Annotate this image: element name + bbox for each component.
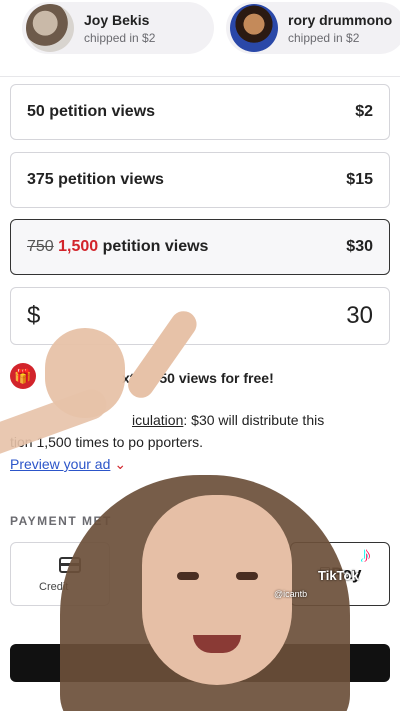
calculation-text: : $30 will distribute this [183,412,325,428]
right-eye [236,572,258,580]
custom-amount-input[interactable]: $ 30 [10,287,390,345]
promo-text: xtra 750 views for free! [122,370,274,386]
option-price: $2 [355,103,373,120]
option-label: 750 1,500 petition views [27,238,208,256]
left-eye [177,572,199,580]
views-suffix: petition views [102,238,209,255]
credit-card-label: Credit [39,581,69,593]
continue-button[interactable] [10,644,390,682]
option-price: $15 [346,171,373,188]
option-label: 375 petition views [27,171,164,188]
supporter-note: chipped in $2 [288,30,360,45]
calculation-line-2: tion 1,500 times to po pporters. [10,434,203,450]
supporters-row: Joy Bekis chipped in $2 rory drummono ch… [0,0,400,70]
divider [0,76,400,77]
credit-card-icon [59,557,81,573]
option-50-views[interactable]: 50 petition views $2 [10,84,390,140]
chevron-down-icon: ⌄ [114,456,127,472]
amount-value: 30 [346,302,373,329]
option-price: $30 [346,238,373,255]
new-views-count: 1,500 [58,238,99,255]
supporter-note: chipped in $2 [84,30,156,45]
supporter-chip: Joy Bekis chipped in $2 [22,2,214,54]
avatar [230,4,278,52]
gift-icon: 🎁 [10,363,36,389]
old-views-count: 750 [27,238,54,255]
tiktok-logo-icon: ♪ [360,542,371,567]
avatar [26,4,74,52]
preview-ad-link[interactable]: Preview your ad ⌄ [10,456,126,473]
option-375-views[interactable]: 375 petition views $15 [10,152,390,208]
payment-section-label: PAYMENT MET [10,514,112,528]
calculation-link[interactable]: iculation [132,412,183,428]
currency-symbol: $ [27,302,41,329]
supporter-chip: rory drummono chipped in $2 [226,2,400,54]
credit-card-option[interactable]: Credit [10,542,110,606]
option-1500-views-selected[interactable]: 750 1,500 petition views $30 [10,219,390,275]
option-label: 50 petition views [27,103,156,120]
watermark-brand: TikTok [318,568,359,583]
supporter-name: rory drummono [288,11,392,28]
supporter-name: Joy Bekis [84,11,150,28]
preview-ad-label: Preview your ad [10,456,111,472]
watermark-handle: @icantb [274,589,308,599]
